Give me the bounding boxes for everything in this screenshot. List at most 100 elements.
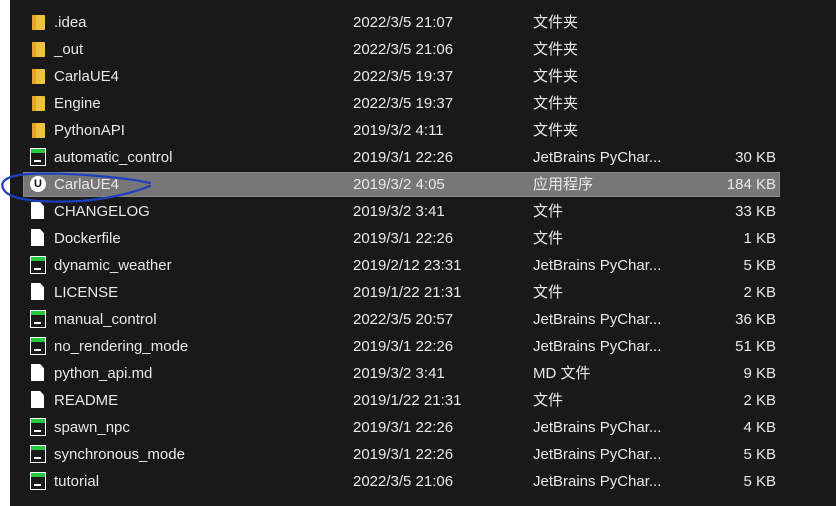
file-row[interactable]: LICENSE 2019/1/22 21:31 文件 2 KB <box>23 280 780 305</box>
file-row[interactable]: automatic_control 2019/3/1 22:26 JetBrains… <box>23 145 780 170</box>
file-name: Dockerfile <box>54 230 121 247</box>
file-date-modified: 2019/3/2 3:41 <box>353 203 445 220</box>
file-date-modified: 2019/2/12 23:31 <box>353 257 462 274</box>
file-type: JetBrains PyChar... <box>533 446 662 463</box>
file-name: manual_control <box>54 311 157 328</box>
pycharm-file-icon <box>30 307 48 332</box>
file-date-modified: 2019/3/2 3:41 <box>353 365 445 382</box>
file-size: 4 KB <box>743 419 776 436</box>
file-name: LICENSE <box>54 284 119 301</box>
folder-icon <box>30 64 48 89</box>
file-row[interactable]: synchronous_mode 2019/3/1 22:26 JetBrains … <box>23 442 780 467</box>
file-size: 2 KB <box>743 284 776 301</box>
file-type: JetBrains PyChar... <box>533 149 662 166</box>
file-type: JetBrains PyChar... <box>533 338 662 355</box>
file-date-modified: 2022/3/5 20:57 <box>353 311 454 328</box>
pycharm-file-icon <box>30 442 48 467</box>
folder-icon <box>30 37 48 62</box>
file-row[interactable]: PythonAPI 2019/3/2 4:11 文件夹 <box>23 118 780 143</box>
folder-icon <box>30 91 48 116</box>
file-date-modified: 2019/1/22 21:31 <box>353 392 462 409</box>
unreal-engine-icon: U <box>30 172 48 197</box>
file-date-modified: 2022/3/5 21:07 <box>353 14 454 31</box>
file-date-modified: 2022/3/5 21:06 <box>353 41 454 58</box>
file-type: MD 文件 <box>533 365 591 382</box>
file-date-modified: 2019/3/1 22:26 <box>353 338 454 355</box>
file-date-modified: 2019/3/1 22:26 <box>353 419 454 436</box>
file-row[interactable]: dynamic_weather 2019/2/12 23:31 JetBrains … <box>23 253 780 278</box>
file-type: JetBrains PyChar... <box>533 419 662 436</box>
file-size: 36 KB <box>735 311 776 328</box>
file-name: _out <box>54 41 84 58</box>
file-row[interactable]: manual_control 2022/3/5 20:57 JetBrains Py… <box>23 307 780 332</box>
file-name: python_api.md <box>54 365 153 382</box>
file-type: 文件夹 <box>533 68 579 85</box>
file-name: spawn_npc <box>54 419 130 436</box>
folder-icon <box>30 10 48 35</box>
document-icon <box>30 199 48 224</box>
file-size: 51 KB <box>735 338 776 355</box>
file-name: automatic_control <box>54 149 173 166</box>
file-size: 33 KB <box>735 203 776 220</box>
file-name: .idea <box>54 14 87 31</box>
file-row[interactable]: python_api.md 2019/3/2 3:41 MD 文件 9 KB <box>23 361 780 386</box>
file-date-modified: 2019/1/22 21:31 <box>353 284 462 301</box>
file-date-modified: 2022/3/5 19:37 <box>353 95 454 112</box>
pycharm-file-icon <box>30 253 48 278</box>
file-date-modified: 2022/3/5 19:37 <box>353 68 454 85</box>
file-row[interactable]: .idea 2022/3/5 21:07 文件夹 <box>23 10 780 35</box>
file-date-modified: 2019/3/1 22:26 <box>353 446 454 463</box>
file-row[interactable]: tutorial 2022/3/5 21:06 JetBrains PyChar..… <box>23 469 780 494</box>
file-size: 5 KB <box>743 446 776 463</box>
file-row[interactable]: Dockerfile 2019/3/1 22:26 文件 1 KB <box>23 226 780 251</box>
file-type: 应用程序 <box>533 176 594 193</box>
document-icon <box>30 280 48 305</box>
file-date-modified: 2022/3/5 21:06 <box>353 473 454 490</box>
file-type: 文件 <box>533 230 564 247</box>
file-row[interactable]: Engine 2022/3/5 19:37 文件夹 <box>23 91 780 116</box>
file-name: synchronous_mode <box>54 446 185 463</box>
file-date-modified: 2019/3/1 22:26 <box>353 230 454 247</box>
file-row[interactable]: no_rendering_mode 2019/3/1 22:26 JetBrains… <box>23 334 780 359</box>
file-type: 文件夹 <box>533 41 579 58</box>
file-size: 5 KB <box>743 473 776 490</box>
file-name: CHANGELOG <box>54 203 150 220</box>
folder-icon <box>30 118 48 143</box>
file-row[interactable]: U CarlaUE4 2019/3/2 4:05 应用程序 184 KB <box>23 172 780 197</box>
pycharm-file-icon <box>30 334 48 359</box>
file-name: PythonAPI <box>54 122 125 139</box>
file-size: 2 KB <box>743 392 776 409</box>
file-size: 184 KB <box>726 176 776 193</box>
file-date-modified: 2019/3/2 4:11 <box>353 122 444 139</box>
file-row[interactable]: spawn_npc 2019/3/1 22:26 JetBrains PyChar.… <box>23 415 780 440</box>
file-name: dynamic_weather <box>54 257 172 274</box>
file-type: 文件 <box>533 203 564 220</box>
file-type: JetBrains PyChar... <box>533 257 662 274</box>
file-name: no_rendering_mode <box>54 338 189 355</box>
file-type: 文件夹 <box>533 122 579 139</box>
file-size: 1 KB <box>743 230 776 247</box>
file-size: 30 KB <box>735 149 776 166</box>
file-name: CarlaUE4 <box>54 176 120 193</box>
file-date-modified: 2019/3/1 22:26 <box>353 149 454 166</box>
file-type: 文件 <box>533 392 564 409</box>
file-row[interactable]: CarlaUE4 2022/3/5 19:37 文件夹 <box>23 64 780 89</box>
pycharm-file-icon <box>30 145 48 170</box>
file-type: 文件 <box>533 284 564 301</box>
file-type: JetBrains PyChar... <box>533 311 662 328</box>
file-row[interactable]: README 2019/1/22 21:31 文件 2 KB <box>23 388 780 413</box>
pycharm-file-icon <box>30 415 48 440</box>
document-icon <box>30 361 48 386</box>
file-name: Engine <box>54 95 101 112</box>
file-size: 9 KB <box>743 365 776 382</box>
pycharm-file-icon <box>30 469 48 494</box>
file-size: 5 KB <box>743 257 776 274</box>
document-icon <box>30 226 48 251</box>
file-row[interactable]: _out 2022/3/5 21:06 文件夹 <box>23 37 780 62</box>
file-date-modified: 2019/3/2 4:05 <box>353 176 445 193</box>
file-type: 文件夹 <box>533 95 579 112</box>
file-type: 文件夹 <box>533 14 579 31</box>
file-type: JetBrains PyChar... <box>533 473 662 490</box>
file-row[interactable]: CHANGELOG 2019/3/2 3:41 文件 33 KB <box>23 199 780 224</box>
file-name: CarlaUE4 <box>54 68 120 85</box>
